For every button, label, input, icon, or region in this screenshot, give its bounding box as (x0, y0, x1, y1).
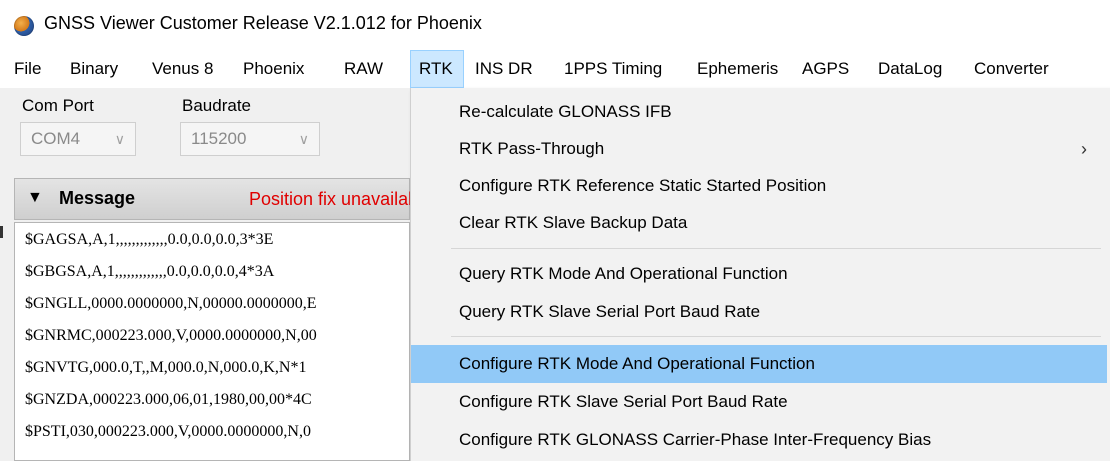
menu-item-label: Clear RTK Slave Backup Data (459, 213, 688, 232)
menu-item-label: Configure RTK GLONASS Carrier-Phase Inte… (459, 430, 932, 449)
list-item: $GNRMC,000223.000,V,0000.0000000,N,00 (25, 327, 317, 344)
menu-item-query-mode[interactable]: Query RTK Mode And Operational Function (411, 255, 1107, 293)
menu-item-configure-glonass-ifb[interactable]: Configure RTK GLONASS Carrier-Phase Inte… (411, 421, 1107, 459)
menu-item-label: Configure RTK Slave Serial Port Baud Rat… (459, 392, 788, 411)
list-item: $GAGSA,A,1,,,,,,,,,,,,,0.0,0.0,0.0,3*3E (25, 231, 274, 248)
window-title: GNSS Viewer Customer Release V2.1.012 fo… (44, 13, 482, 33)
baudrate-select[interactable]: 115200 ∨ (180, 122, 320, 156)
menu-item-configure-slave-baud[interactable]: Configure RTK Slave Serial Port Baud Rat… (411, 383, 1107, 421)
menu-bar: File Binary Venus 8 Phoenix RAW RTK INS … (0, 50, 1110, 88)
menu-item-label: Configure RTK Mode And Operational Funct… (459, 354, 815, 373)
menu-raw[interactable]: RAW (336, 50, 391, 88)
nmea-message-list[interactable]: $GAGSA,A,1,,,,,,,,,,,,,0.0,0.0,0.0,3*3E … (14, 222, 410, 461)
chevron-down-icon: ∨ (114, 131, 125, 147)
menu-venus8[interactable]: Venus 8 (144, 50, 221, 88)
menu-item-rtk-pass-through[interactable]: RTK Pass-Through › (411, 130, 1107, 168)
menu-item-label: Configure RTK Reference Static Started P… (459, 176, 827, 195)
com-port-select[interactable]: COM4 ∨ (20, 122, 136, 156)
menu-datalog[interactable]: DataLog (870, 50, 950, 88)
menu-item-clear-slave-backup[interactable]: Clear RTK Slave Backup Data (411, 204, 1107, 242)
menu-1pps-timing[interactable]: 1PPS Timing (556, 50, 670, 88)
message-title: Message (59, 188, 136, 208)
fix-status: Position fix unavailable (249, 189, 433, 209)
collapse-triangle-icon: ▼ (27, 189, 43, 206)
divider (0, 226, 3, 238)
rtk-dropdown-menu: Re-calculate GLONASS IFB RTK Pass-Throug… (410, 88, 1110, 461)
menu-item-label: Query RTK Mode And Operational Function (459, 264, 788, 283)
chevron-down-icon: ∨ (298, 131, 309, 147)
baudrate-label: Baudrate (182, 96, 251, 115)
com-port-value: COM4 (31, 129, 81, 148)
menu-item-configure-static-started-position[interactable]: Configure RTK Reference Static Started P… (411, 167, 1107, 205)
list-item: $GNZDA,000223.000,06,01,1980,00,00*4C (25, 391, 312, 408)
menu-ins-dr[interactable]: INS DR (467, 50, 541, 88)
menu-binary[interactable]: Binary (62, 50, 126, 88)
baudrate-value: 115200 (191, 129, 247, 148)
menu-file[interactable]: File (6, 50, 49, 88)
menu-item-label: Re-calculate GLONASS IFB (459, 102, 672, 121)
menu-item-label: RTK Pass-Through (459, 139, 605, 158)
menu-item-configure-mode[interactable]: Configure RTK Mode And Operational Funct… (411, 345, 1107, 383)
menu-rtk[interactable]: RTK (410, 50, 464, 88)
menu-phoenix[interactable]: Phoenix (235, 50, 312, 88)
menu-item-query-slave-baud[interactable]: Query RTK Slave Serial Port Baud Rate (411, 293, 1107, 331)
globe-icon (14, 16, 34, 36)
menu-separator (451, 336, 1101, 337)
menu-ephemeris[interactable]: Ephemeris (689, 50, 786, 88)
com-port-label: Com Port (22, 96, 94, 115)
list-item: $GBGSA,A,1,,,,,,,,,,,,,0.0,0.0,0.0,4*3A (25, 263, 275, 280)
list-item: $GNGLL,0000.0000000,N,00000.0000000,E (25, 295, 317, 312)
list-item: $PSTI,030,000223.000,V,0000.0000000,N,0 (25, 423, 311, 440)
menu-item-recalculate-glonass-ifb[interactable]: Re-calculate GLONASS IFB (411, 93, 1107, 131)
message-panel-header[interactable]: ▼ Message Position fix unavailable (14, 178, 432, 220)
list-item: $GNVTG,000.0,T,,M,000.0,N,000.0,K,N*1 (25, 359, 307, 376)
menu-agps[interactable]: AGPS (794, 50, 857, 88)
menu-item-label: Query RTK Slave Serial Port Baud Rate (459, 302, 761, 321)
chevron-right-icon: › (1081, 139, 1087, 159)
menu-converter[interactable]: Converter (966, 50, 1057, 88)
menu-separator (451, 248, 1101, 249)
title-bar: GNSS Viewer Customer Release V2.1.012 fo… (0, 0, 1110, 50)
